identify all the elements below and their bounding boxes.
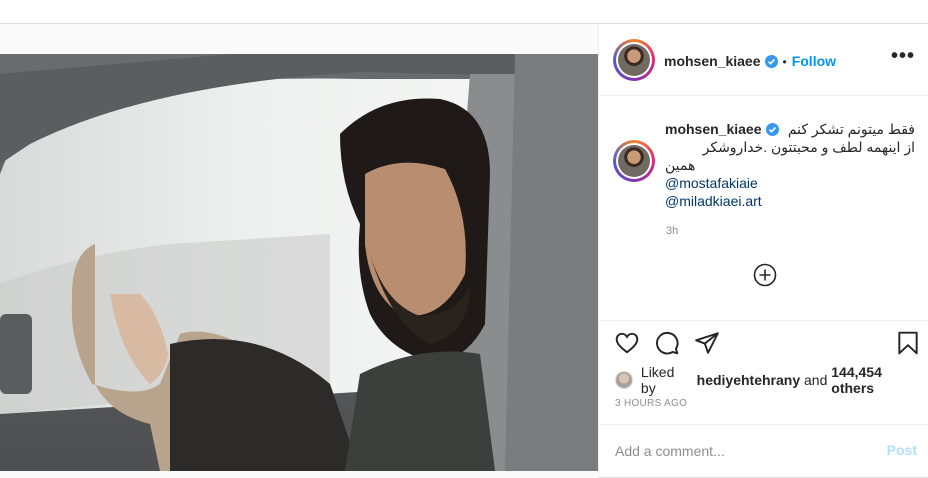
post-photo-image xyxy=(0,54,598,471)
caption-text: mohsen_kiaee فقط میتونم تشکر کنم از اینه… xyxy=(665,120,915,210)
post-header: mohsen_kiaee • Follow ••• xyxy=(599,24,928,96)
caption-username[interactable]: mohsen_kiaee xyxy=(665,121,762,137)
comment-bar: Post xyxy=(599,424,928,478)
author-username[interactable]: mohsen_kiaee xyxy=(664,53,761,69)
bookmark-icon[interactable] xyxy=(895,330,921,356)
verified-badge-icon xyxy=(764,55,778,68)
action-bar xyxy=(599,320,928,360)
header-user-line: mohsen_kiaee • Follow xyxy=(664,53,836,70)
liker-username[interactable]: hediyehtehrany xyxy=(697,372,800,388)
caption-line-2: از اینهمه لطف و محبتتون .خداروشکر xyxy=(702,139,915,155)
likes-others[interactable]: 144,454 others xyxy=(831,364,928,396)
separator-dot: • xyxy=(782,55,787,69)
post-timestamp: 3 HOURS AGO xyxy=(615,398,688,409)
top-navigation-strip xyxy=(0,0,928,24)
follow-button[interactable]: Follow xyxy=(792,53,836,69)
liker-avatar[interactable] xyxy=(615,371,633,389)
paper-plane-icon[interactable] xyxy=(694,330,720,356)
post-photo[interactable] xyxy=(0,54,598,471)
more-options-icon[interactable]: ••• xyxy=(891,46,915,66)
caption-author-avatar[interactable] xyxy=(613,140,655,182)
caption-time: 3h xyxy=(666,225,679,237)
verified-badge-icon xyxy=(765,123,779,136)
post-container: mohsen_kiaee • Follow ••• mohsen_kiaee فقط… xyxy=(0,24,928,478)
plus-circle-icon[interactable] xyxy=(753,263,777,287)
caption-mention[interactable]: @mostafakiaie xyxy=(665,174,915,192)
caption-area: mohsen_kiaee فقط میتونم تشکر کنم از اینه… xyxy=(599,96,928,318)
caption-line-3: همین xyxy=(665,157,696,173)
caption-mention[interactable]: @miladkiaei.art xyxy=(665,192,915,210)
post-comment-button[interactable]: Post xyxy=(887,442,917,458)
heart-icon[interactable] xyxy=(614,330,640,356)
post-side-panel: mohsen_kiaee • Follow ••• mohsen_kiaee فقط… xyxy=(598,24,928,478)
author-avatar[interactable] xyxy=(613,39,655,81)
likes-and: and xyxy=(804,372,828,388)
likes-prefix: Liked by xyxy=(640,364,675,396)
comment-icon[interactable] xyxy=(654,330,680,356)
comment-input[interactable] xyxy=(615,441,865,461)
caption-line-1: فقط میتونم تشکر کنم xyxy=(787,121,915,137)
likes-summary: Liked by hediyehtehrany and 144,454 othe… xyxy=(615,364,928,396)
